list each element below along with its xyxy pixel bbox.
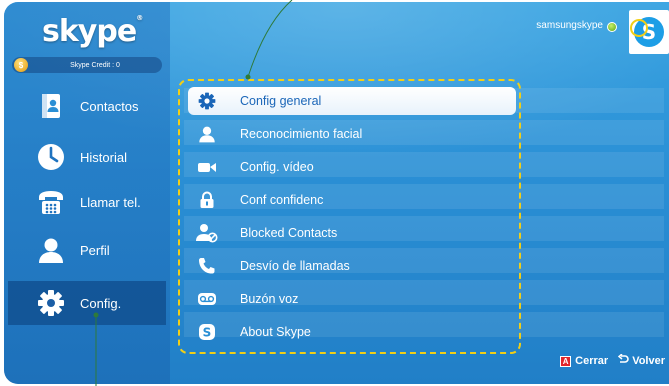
gear-icon: [36, 288, 66, 318]
sidebar-item-label: Llamar tel.: [80, 194, 141, 210]
return-arrow-icon: [618, 353, 629, 368]
menu-item-label: Buzón voz: [240, 292, 299, 306]
sidebar-item-llamar-tel[interactable]: Llamar tel.: [8, 180, 166, 224]
telephone-icon: [36, 187, 66, 217]
voicemail-icon: [196, 288, 218, 310]
blocked-user-icon: [196, 222, 218, 244]
menu-item-label: Desvío de llamadas: [240, 259, 350, 273]
user-area: samsungskype S: [536, 10, 669, 58]
app-window: skype® $ Skype Credit : 0 Contactos Hist…: [4, 2, 669, 384]
sidebar-item-contactos[interactable]: Contactos: [8, 84, 166, 128]
skype-credit-bar: $ Skype Credit : 0: [12, 57, 162, 73]
sidebar: skype® $ Skype Credit : 0 Contactos Hist…: [4, 2, 170, 384]
menu-item-label: Config. vídeo: [240, 160, 314, 174]
sidebar-item-label: Contactos: [80, 98, 139, 114]
menu-item-about-skype[interactable]: S About Skype: [188, 318, 516, 346]
skype-logo: skype®: [42, 14, 143, 49]
online-status-icon: [607, 22, 617, 32]
sidebar-item-label: Perfil: [80, 242, 110, 258]
config-menu: Config general Reconocimiento facial Con…: [178, 79, 521, 354]
menu-item-label: Blocked Contacts: [240, 226, 338, 240]
skype-logo-icon: S: [196, 321, 218, 343]
menu-item-desvio-llamadas[interactable]: Desvío de llamadas: [188, 252, 516, 280]
menu-item-label: Reconocimiento facial: [240, 127, 363, 141]
person-icon: [36, 235, 66, 265]
username: samsungskype: [536, 20, 603, 31]
menu-item-blocked-contacts[interactable]: Blocked Contacts: [188, 219, 516, 247]
phone-forward-icon: [196, 255, 218, 277]
sidebar-item-perfil[interactable]: Perfil: [8, 228, 166, 272]
sidebar-item-label: Config.: [80, 295, 122, 311]
lock-icon: [196, 189, 218, 211]
menu-item-config-video[interactable]: Config. vídeo: [188, 153, 516, 181]
svg-text:S: S: [203, 326, 212, 340]
avatar[interactable]: S: [629, 10, 669, 54]
close-button[interactable]: Cerrar: [575, 355, 608, 367]
menu-item-label: Config general: [240, 94, 322, 108]
red-a-key-icon: A: [560, 355, 572, 367]
menu-item-reconocimiento-facial[interactable]: Reconocimiento facial: [188, 120, 516, 148]
menu-item-conf-confidenc[interactable]: Conf confidenc: [188, 186, 516, 214]
svg-text:S: S: [642, 20, 656, 44]
contacts-book-icon: [36, 91, 66, 121]
skype-credit-label: Skype Credit : 0: [70, 61, 120, 69]
credit-coin-icon: $: [14, 58, 28, 72]
menu-item-label: About Skype: [240, 325, 311, 339]
menu-item-config-general[interactable]: Config general: [188, 87, 516, 115]
sidebar-item-config[interactable]: Config.: [8, 281, 166, 325]
footer-actions: A Cerrar Volver: [560, 353, 665, 368]
back-button[interactable]: Volver: [632, 355, 665, 367]
gear-icon: [196, 90, 218, 112]
person-icon: [196, 123, 218, 145]
sidebar-item-label: Historial: [80, 149, 127, 165]
skype-avatar-icon: S: [634, 17, 664, 47]
sidebar-item-historial[interactable]: Historial: [8, 135, 166, 179]
menu-item-buzon-voz[interactable]: Buzón voz: [188, 285, 516, 313]
clock-icon: [36, 142, 66, 172]
video-camera-icon: [196, 156, 218, 178]
menu-item-label: Conf confidenc: [240, 193, 324, 207]
